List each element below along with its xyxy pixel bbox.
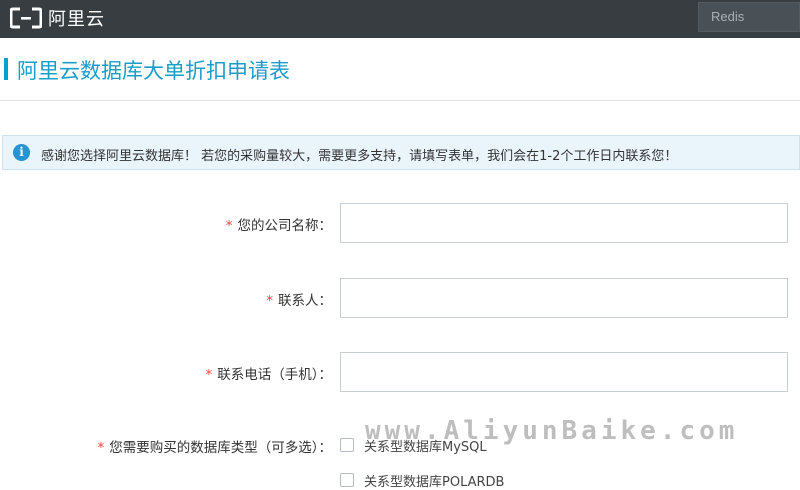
logo-text: 阿里云 [48,9,105,30]
checkbox-mysql-label[interactable]: 关系型数据库MySQL [364,436,487,455]
info-notice: i 感谢您选择阿里云数据库！ 若您的采购量较大，需要更多支持，请填写表单，我们会… [2,135,800,170]
info-icon: i [13,144,30,161]
page-header: 阿里云数据库大单折扣申请表 [0,38,800,101]
required-mark: * [205,367,213,383]
company-name-input[interactable] [340,203,788,243]
company-name-label: * 您的公司名称： [225,218,332,234]
notice-text: 感谢您选择阿里云数据库！ 若您的采购量较大，需要更多支持，请填写表单，我们会在1… [41,149,678,164]
checkbox-polardb-label[interactable]: 关系型数据库POLARDB [364,471,504,490]
required-mark: * [266,293,273,309]
aliyun-logo[interactable]: 阿里云 [10,6,105,30]
search-input[interactable]: Redis [698,2,800,32]
page-title: 阿里云数据库大单折扣申请表 [17,59,290,83]
contact-label: * 联系人： [266,293,332,309]
title-accent-bar [4,58,8,80]
phone-label: * 联系电话（手机）： [205,367,333,383]
db-type-label: * 您需要购买的数据库类型（可多选）： [97,440,333,456]
top-navbar: 阿里云 Redis [0,0,800,38]
aliyun-logo-icon [10,7,42,29]
phone-input[interactable] [340,352,788,392]
required-mark: * [225,218,233,234]
checkbox-mysql[interactable] [340,438,354,452]
checkbox-polardb[interactable] [340,473,354,487]
contact-input[interactable] [340,278,788,318]
required-mark: * [97,440,105,456]
